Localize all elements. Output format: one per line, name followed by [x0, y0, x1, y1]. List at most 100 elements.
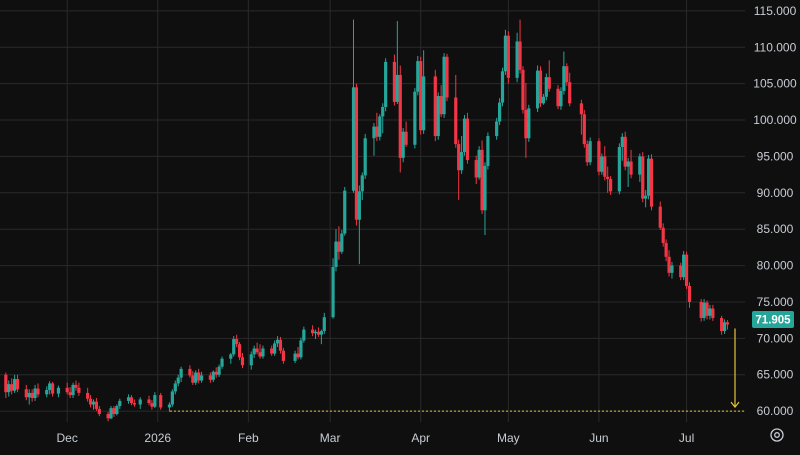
y-tick-label: 105.000: [753, 77, 797, 91]
candle: [497, 98, 502, 126]
candle-body: [351, 87, 356, 191]
candle: [562, 51, 566, 95]
candle: [334, 229, 338, 272]
candle-body: [302, 329, 306, 341]
candle-body: [357, 191, 361, 220]
candle: [495, 117, 499, 140]
candle-body: [45, 389, 49, 395]
candle-body: [384, 61, 388, 107]
candle-body: [293, 353, 297, 361]
candle: [603, 146, 607, 181]
candle-body: [199, 375, 204, 381]
candle-body: [585, 144, 589, 163]
candle-body: [255, 348, 259, 353]
x-axis[interactable]: Dec 2026 Feb Mar Apr May Jun Jul: [57, 431, 695, 445]
y-tick-label: 60.000: [757, 404, 794, 418]
candle-body: [626, 161, 630, 167]
candle-body: [334, 241, 338, 268]
candle: [118, 398, 122, 409]
candle: [585, 140, 589, 166]
candle-body: [527, 108, 531, 139]
candle: [106, 411, 110, 422]
candle: [296, 347, 300, 360]
candle: [235, 334, 239, 348]
candle-body: [603, 156, 607, 177]
candle-body: [278, 339, 283, 351]
candle-body: [179, 368, 183, 378]
y-tick-label: 65.000: [757, 368, 794, 382]
candle: [273, 340, 277, 356]
candle-body: [214, 371, 218, 375]
candle-body: [30, 392, 34, 398]
candle: [97, 405, 101, 417]
candle-body: [521, 69, 525, 110]
candle-body: [556, 88, 560, 107]
candle: [45, 386, 49, 398]
candle-body: [261, 348, 265, 357]
candle-body: [235, 339, 239, 345]
candle-body: [480, 149, 484, 211]
candle-body: [56, 387, 61, 394]
candle-body: [720, 317, 724, 332]
candle-body: [401, 131, 405, 158]
candle: [404, 121, 408, 147]
candle: [623, 131, 627, 171]
candle-body: [147, 399, 151, 404]
candle: [138, 397, 142, 409]
candle-body: [477, 149, 481, 178]
candle: [699, 299, 703, 322]
candle: [176, 374, 180, 387]
candle-body: [237, 344, 242, 358]
candle-body: [644, 195, 648, 199]
candle-body: [500, 71, 505, 103]
candle: [10, 378, 14, 395]
candle-body: [413, 91, 417, 145]
candle: [4, 372, 8, 398]
price-chart[interactable]: 60.000 65.000 70.000 75.000 80.000 85.000 90.0…: [0, 0, 800, 450]
candle: [398, 65, 402, 173]
candle-body: [524, 109, 528, 139]
candle-body: [646, 158, 651, 196]
candle-body: [404, 131, 408, 145]
candle: [197, 368, 201, 384]
candle: [474, 155, 478, 185]
candle-body: [457, 144, 461, 171]
candle-body: [617, 146, 621, 192]
candle-body: [579, 103, 583, 115]
candle: [518, 19, 522, 74]
candle: [33, 384, 37, 401]
candle: [275, 336, 280, 348]
candle-body: [360, 175, 364, 192]
candle: [252, 345, 256, 358]
candle-body: [547, 77, 551, 89]
chart-canvas[interactable]: 60.000 65.000 70.000 75.000 80.000 85.000 90.0…: [0, 0, 800, 450]
y-axis[interactable]: 60.000 65.000 70.000 75.000 80.000 85.000 90.0…: [753, 4, 797, 418]
y-tick-label: 90.000: [757, 186, 794, 200]
candle-body: [597, 141, 601, 172]
projection-arrow[interactable]: [730, 328, 740, 409]
candle: [13, 374, 17, 393]
candle: [722, 319, 727, 334]
candle-body: [319, 331, 323, 335]
x-tick-label: 2026: [144, 431, 171, 445]
candle: [302, 326, 306, 343]
candle-body: [252, 348, 256, 355]
x-tick-label: May: [497, 431, 520, 445]
candle-body: [258, 352, 262, 357]
candle-body: [506, 35, 510, 78]
candle: [646, 154, 651, 200]
candle-body: [118, 400, 122, 406]
candle-body: [281, 350, 285, 361]
candle: [556, 85, 560, 110]
y-tick-label: 85.000: [757, 222, 794, 236]
candle-body: [188, 368, 192, 376]
candle: [229, 352, 233, 364]
candle-body: [138, 399, 142, 405]
candle-body: [106, 413, 110, 419]
candle-body: [684, 254, 689, 286]
candle: [422, 50, 426, 134]
candle: [454, 74, 458, 148]
candle: [600, 153, 604, 175]
gear-icon[interactable]: [767, 425, 787, 445]
candle-body: [220, 358, 224, 367]
